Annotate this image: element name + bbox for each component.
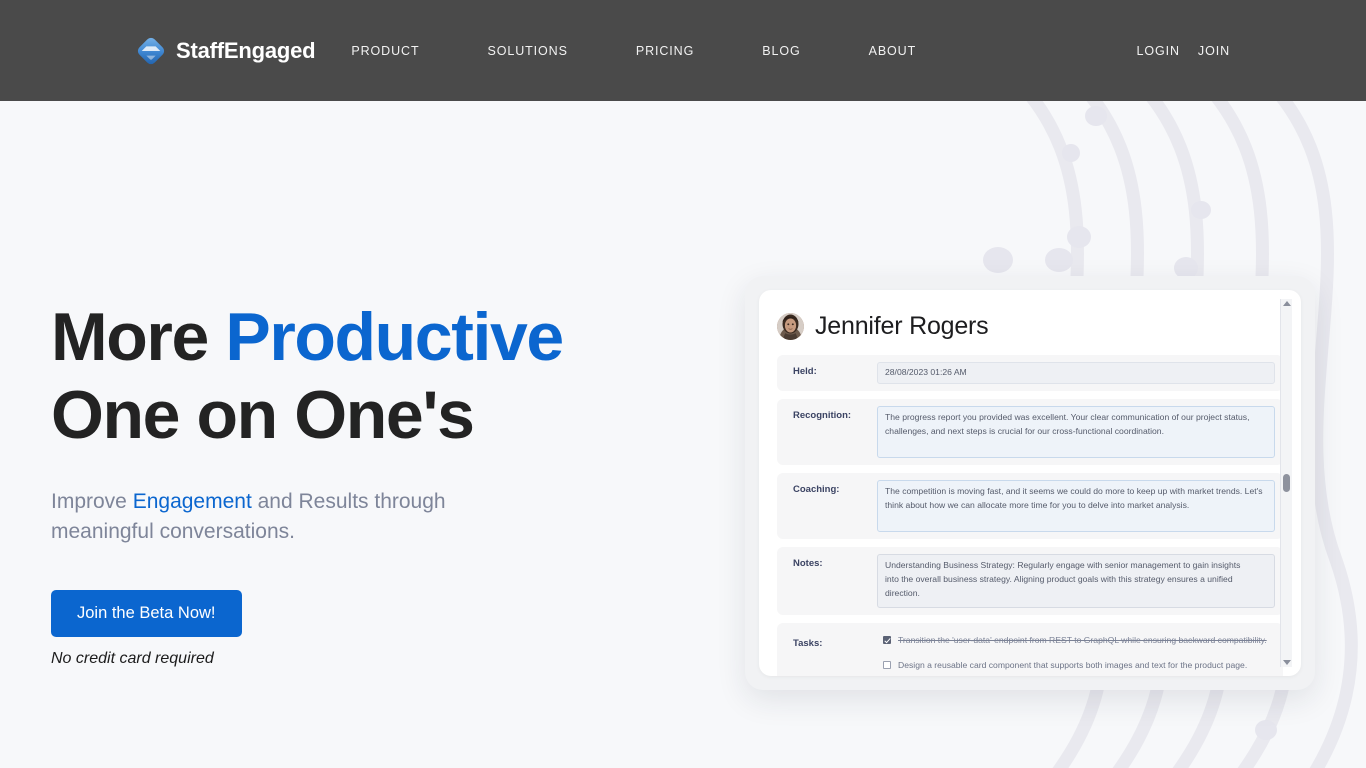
scroll-up-arrow-icon[interactable]	[1282, 301, 1291, 306]
field-held-value[interactable]: 28/08/2023 01:26 AM	[877, 362, 1275, 384]
field-tasks-label: Tasks:	[793, 637, 823, 649]
tasks-list: Transition the 'user-data' endpoint from…	[877, 634, 1275, 673]
nav-link-pricing[interactable]: PRICING	[636, 36, 694, 66]
app-preview-frame: Jennifer Rogers Held: 28/08/2023 01:26 A…	[745, 276, 1315, 690]
scroll-down-arrow-icon[interactable]	[1282, 660, 1291, 665]
field-held: Held: 28/08/2023 01:26 AM	[777, 355, 1283, 391]
field-coaching-value[interactable]: The competition is moving fast, and it s…	[877, 479, 1275, 532]
user-photo-avatar	[777, 313, 804, 340]
field-held-label: Held:	[793, 366, 817, 377]
task-label: Design a reusable card component that su…	[898, 659, 1248, 670]
nav-link-blog[interactable]: BLOG	[762, 36, 800, 66]
join-link[interactable]: JOIN	[1198, 36, 1230, 66]
hero-subtitle-part1: Improve	[51, 490, 133, 514]
page-title: More Productive One on One's	[51, 299, 700, 454]
nav-link-about[interactable]: ABOUT	[869, 36, 917, 66]
field-notes-value[interactable]: Understanding Business Strategy: Regular…	[877, 553, 1275, 608]
field-notes: Notes: Understanding Business Strategy: …	[777, 299, 1292, 667]
notes-scrollbar[interactable]	[1280, 299, 1292, 667]
site-header: StaffEngaged PRODUCT SOLUTIONS PRICING B…	[0, 0, 1366, 101]
account-navigation: LOGIN JOIN	[1137, 36, 1230, 66]
one-on-one-card: Jennifer Rogers Held: 28/08/2023 01:26 A…	[759, 290, 1301, 676]
task-checkbox[interactable]	[883, 635, 891, 644]
field-tasks: Tasks: Transition the 'user-data' endpoi…	[777, 622, 1283, 676]
card-header: Jennifer Rogers	[777, 306, 1283, 355]
person-name: Jennifer Rogers	[815, 312, 989, 340]
login-link[interactable]: LOGIN	[1137, 36, 1180, 66]
hero-title-line2: One on One's	[51, 376, 475, 453]
task-label: Transition the 'user-data' endpoint from…	[898, 634, 1267, 645]
nav-link-product[interactable]: PRODUCT	[351, 36, 419, 66]
field-recognition-label: Recognition:	[793, 409, 852, 421]
hero-subtitle-accent: Engagement	[132, 490, 252, 514]
hero-text-column: More Productive One on One's Improve Eng…	[0, 101, 700, 668]
hero-subtitle: Improve Engagement and Results through m…	[51, 487, 521, 547]
brand-logo-link[interactable]: StaffEngaged	[136, 36, 316, 66]
join-beta-button[interactable]: Join the Beta Now!	[51, 589, 242, 637]
task-item: Design a reusable card component that su…	[883, 659, 1275, 673]
field-coaching: Coaching: The competition is moving fast…	[777, 472, 1283, 539]
diamond-logo-icon	[136, 36, 166, 66]
scrollbar-thumb[interactable]	[1283, 474, 1290, 492]
field-notes-label: Notes:	[793, 557, 823, 569]
nav-link-solutions[interactable]: SOLUTIONS	[488, 36, 568, 66]
hero-title-accent: Productive	[225, 299, 564, 375]
main-navigation: PRODUCT SOLUTIONS PRICING BLOG ABOUT	[351, 36, 950, 66]
field-coaching-label: Coaching:	[793, 483, 840, 495]
brand-name: StaffEngaged	[176, 37, 316, 63]
hero-title-line1-plain: More	[51, 299, 226, 375]
field-recognition-value[interactable]: The progress report you provided was exc…	[877, 405, 1275, 458]
cta-note: No credit card required	[51, 649, 214, 667]
field-recognition: Recognition: The progress report you pro…	[777, 398, 1283, 465]
task-item: Transition the 'user-data' endpoint from…	[883, 634, 1275, 648]
task-checkbox[interactable]	[883, 660, 891, 669]
